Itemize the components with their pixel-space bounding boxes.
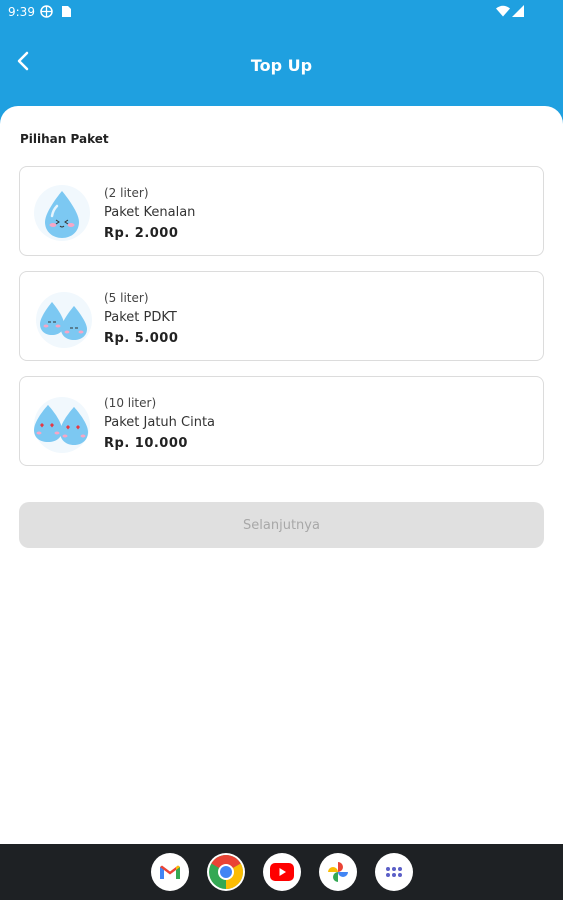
package-name: Paket PDKT (104, 310, 177, 325)
navigation-dock (0, 844, 563, 900)
package-card-kenalan[interactable]: (2 liter) Paket Kenalan Rp. 2.000 (19, 166, 544, 256)
package-price: Rp. 5.000 (104, 331, 179, 346)
next-button[interactable]: Selanjutnya (19, 502, 544, 548)
gmail-icon[interactable] (151, 853, 189, 891)
page-title: Top Up (250, 56, 313, 75)
package-price: Rp. 10.000 (104, 436, 188, 451)
sim-card-icon (61, 5, 72, 21)
package-card-pdkt[interactable]: (5 liter) Paket PDKT Rp. 5.000 (19, 271, 544, 361)
status-bar: 9:39 (0, 0, 563, 26)
two-water-drops-icon (32, 284, 102, 348)
single-water-drop-icon (32, 179, 102, 243)
content-panel: Pilihan Paket (2 liter) Paket Kenalan Rp… (0, 106, 563, 844)
photos-icon[interactable] (319, 853, 357, 891)
app-drawer-icon[interactable] (375, 853, 413, 891)
package-volume: (10 liter) (104, 396, 157, 410)
app-header: Top Up (0, 26, 563, 110)
package-volume: (2 liter) (104, 186, 149, 200)
package-volume: (5 liter) (104, 291, 149, 305)
package-name: Paket Kenalan (104, 205, 196, 220)
package-name: Paket Jatuh Cinta (104, 415, 216, 430)
youtube-icon[interactable] (263, 853, 301, 891)
chrome-icon[interactable] (207, 853, 245, 891)
signal-icon (512, 5, 524, 20)
two-water-drops-love-icon (28, 389, 98, 453)
vpn-icon (40, 5, 53, 21)
package-price: Rp. 2.000 (104, 226, 179, 241)
package-card-jatuh-cinta[interactable]: (10 liter) Paket Jatuh Cinta Rp. 10.000 (19, 376, 544, 466)
section-title: Pilihan Paket (20, 132, 109, 146)
status-time: 9:39 (8, 5, 35, 19)
wifi-icon (496, 5, 510, 20)
